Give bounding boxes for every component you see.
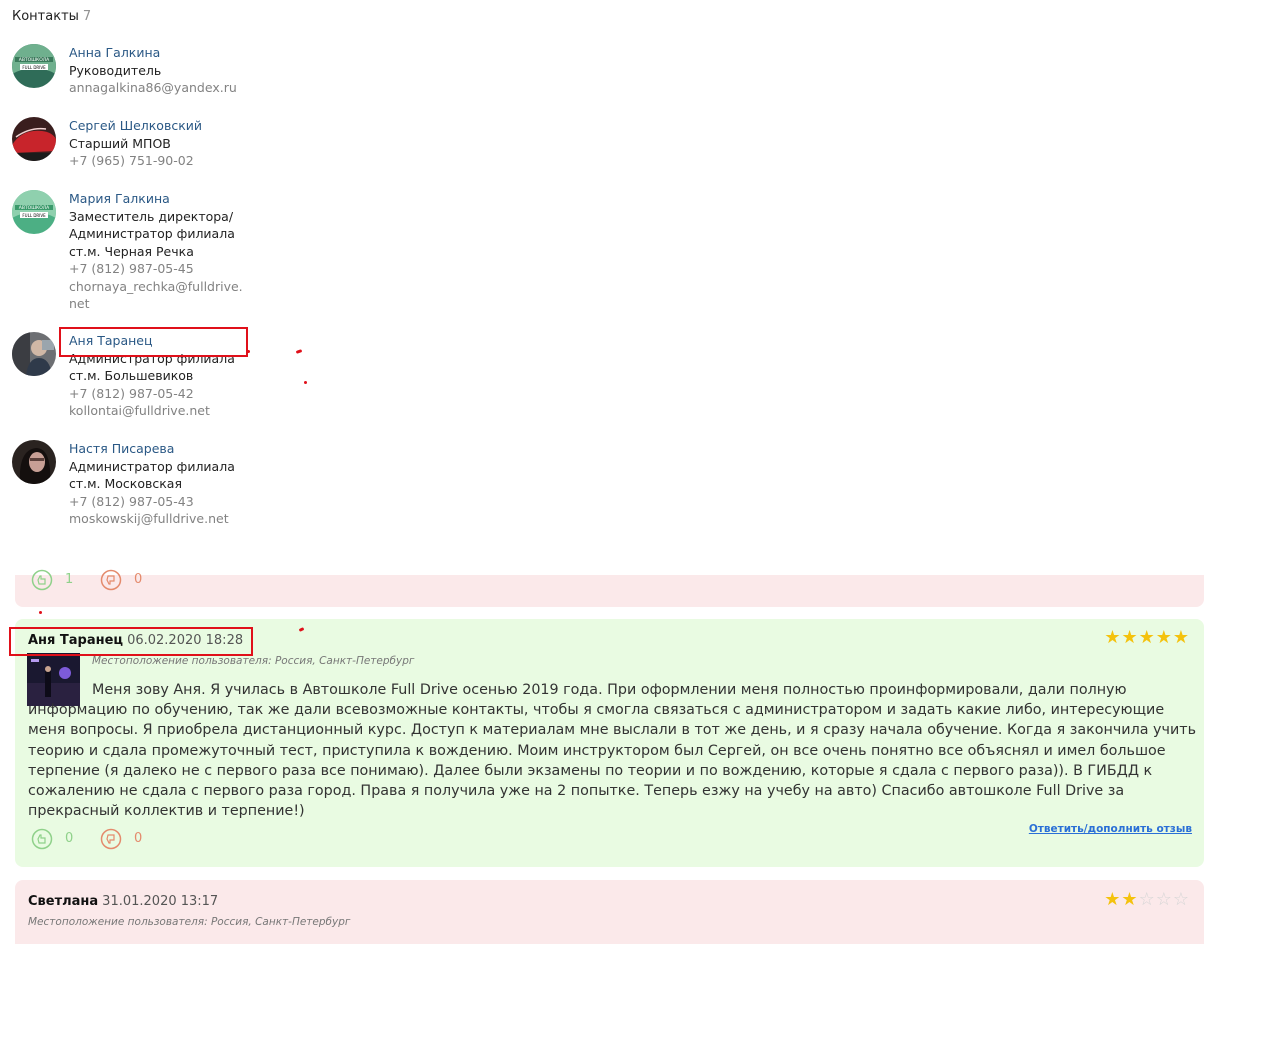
contact-email: annagalkina86@yandex.ru (69, 80, 237, 95)
reply-link[interactable]: Ответить/дополнить отзыв (1029, 823, 1192, 835)
svg-text:АВТОШКОЛА: АВТОШКОЛА (19, 205, 50, 211)
svg-text:FULL DRIVE: FULL DRIVE (22, 65, 46, 70)
contact-email: kollontai@fulldrive.net (69, 403, 210, 418)
review-card: Светлана 31.01.2020 13:17 ★★☆☆☆ Местополо… (15, 880, 1204, 944)
annotation-mark (295, 349, 303, 354)
contact-role: Администратор филиала (69, 226, 235, 241)
star-icon: ★★★★★ (1104, 627, 1190, 648)
review-card: Аня Таранец 06.02.2020 18:28 ★★★★★ Местоп… (15, 619, 1204, 867)
thumbs-up-icon (31, 828, 53, 850)
review-text: Меня зову Аня. Я училась в Автошколе Ful… (28, 682, 1196, 820)
contact-email: moskowskij@fulldrive.net (69, 511, 229, 526)
review-header: Светлана 31.01.2020 13:17 (28, 894, 218, 909)
dislike-button[interactable]: 0 (100, 569, 160, 591)
svg-text:FULL DRIVE: FULL DRIVE (22, 213, 46, 218)
contact-email: net (69, 296, 90, 311)
autoschool-logo-icon: АВТОШКОЛА FULL DRIVE (12, 190, 56, 234)
avatar[interactable] (12, 117, 56, 161)
thumbs-down-icon (100, 828, 122, 850)
avatar[interactable] (12, 440, 56, 484)
annotation-mark (246, 350, 250, 353)
like-count: 1 (65, 572, 74, 587)
annotation-box (59, 327, 248, 357)
contact-phone: +7 (965) 751-90-02 (69, 153, 194, 168)
like-button[interactable]: 1 (31, 569, 91, 591)
review-date: 31.01.2020 13:17 (102, 894, 219, 909)
contacts-count: 7 (82, 9, 92, 24)
contact-role: Заместитель директора/ (69, 208, 234, 224)
contact-phone: +7 (812) 987-05-42 (69, 385, 194, 401)
annotation-box (9, 627, 253, 656)
avatar[interactable]: АВТОШКОЛА FULL DRIVE (12, 190, 56, 234)
contact-role: Старший МПОВ (69, 135, 171, 151)
thumbs-down-icon (100, 569, 122, 591)
like-button[interactable]: 0 (31, 828, 91, 850)
contact-email: chornaya_rechka@fulldrive. (69, 278, 243, 294)
thumbs-up-icon (31, 569, 53, 591)
contact-name[interactable]: Анна Галкина (69, 44, 244, 62)
contact-phone: +7 (812) 987-05-43 (69, 493, 194, 509)
person-photo-icon (12, 332, 56, 376)
avatar[interactable] (12, 332, 56, 376)
annotation-mark (304, 381, 307, 384)
person-photo-dark-icon (12, 440, 56, 484)
contact-phone: +7 (812) 987-05-45 (69, 261, 194, 276)
contact-metro: ст.м. Черная Речка (69, 243, 194, 259)
contact-role: Руководитель (69, 62, 162, 78)
review-location: Местоположение пользователя: Россия, Сан… (92, 655, 415, 667)
contacts-header: Контакты 7 (12, 9, 91, 24)
review-author: Светлана (28, 894, 99, 909)
star-empty-icon: ☆☆☆ (1138, 889, 1190, 910)
dislike-count: 0 (134, 831, 143, 846)
rating-stars: ★★☆☆☆ (1104, 889, 1190, 910)
avatar[interactable]: АВТОШКОЛА FULL DRIVE (12, 44, 56, 88)
svg-text:АВТОШКОЛА: АВТОШКОЛА (19, 57, 50, 63)
dislike-button[interactable]: 0 (100, 828, 160, 850)
annotation-mark (39, 611, 42, 614)
like-count: 0 (65, 831, 74, 846)
star-icon: ★★ (1104, 889, 1139, 910)
rating-stars: ★★★★★ (1104, 627, 1190, 648)
dislike-count: 0 (134, 572, 143, 587)
contacts-title: Контакты (12, 9, 79, 24)
review-card: 1 0 (15, 569, 1204, 607)
contact-role: Администратор филиала (69, 458, 235, 474)
review-location: Местоположение пользователя: Россия, Сан… (28, 916, 351, 928)
contact-name[interactable]: Мария Галкина (69, 190, 244, 208)
contact-name[interactable]: Настя Писарева (69, 440, 244, 458)
red-car-icon (12, 117, 56, 161)
autoschool-logo-icon: АВТОШКОЛА FULL DRIVE (12, 44, 56, 88)
contact-metro: ст.м. Большевиков (69, 368, 194, 383)
contact-metro: ст.м. Московская (69, 476, 182, 491)
contact-name[interactable]: Сергей Шелковский (69, 117, 244, 135)
